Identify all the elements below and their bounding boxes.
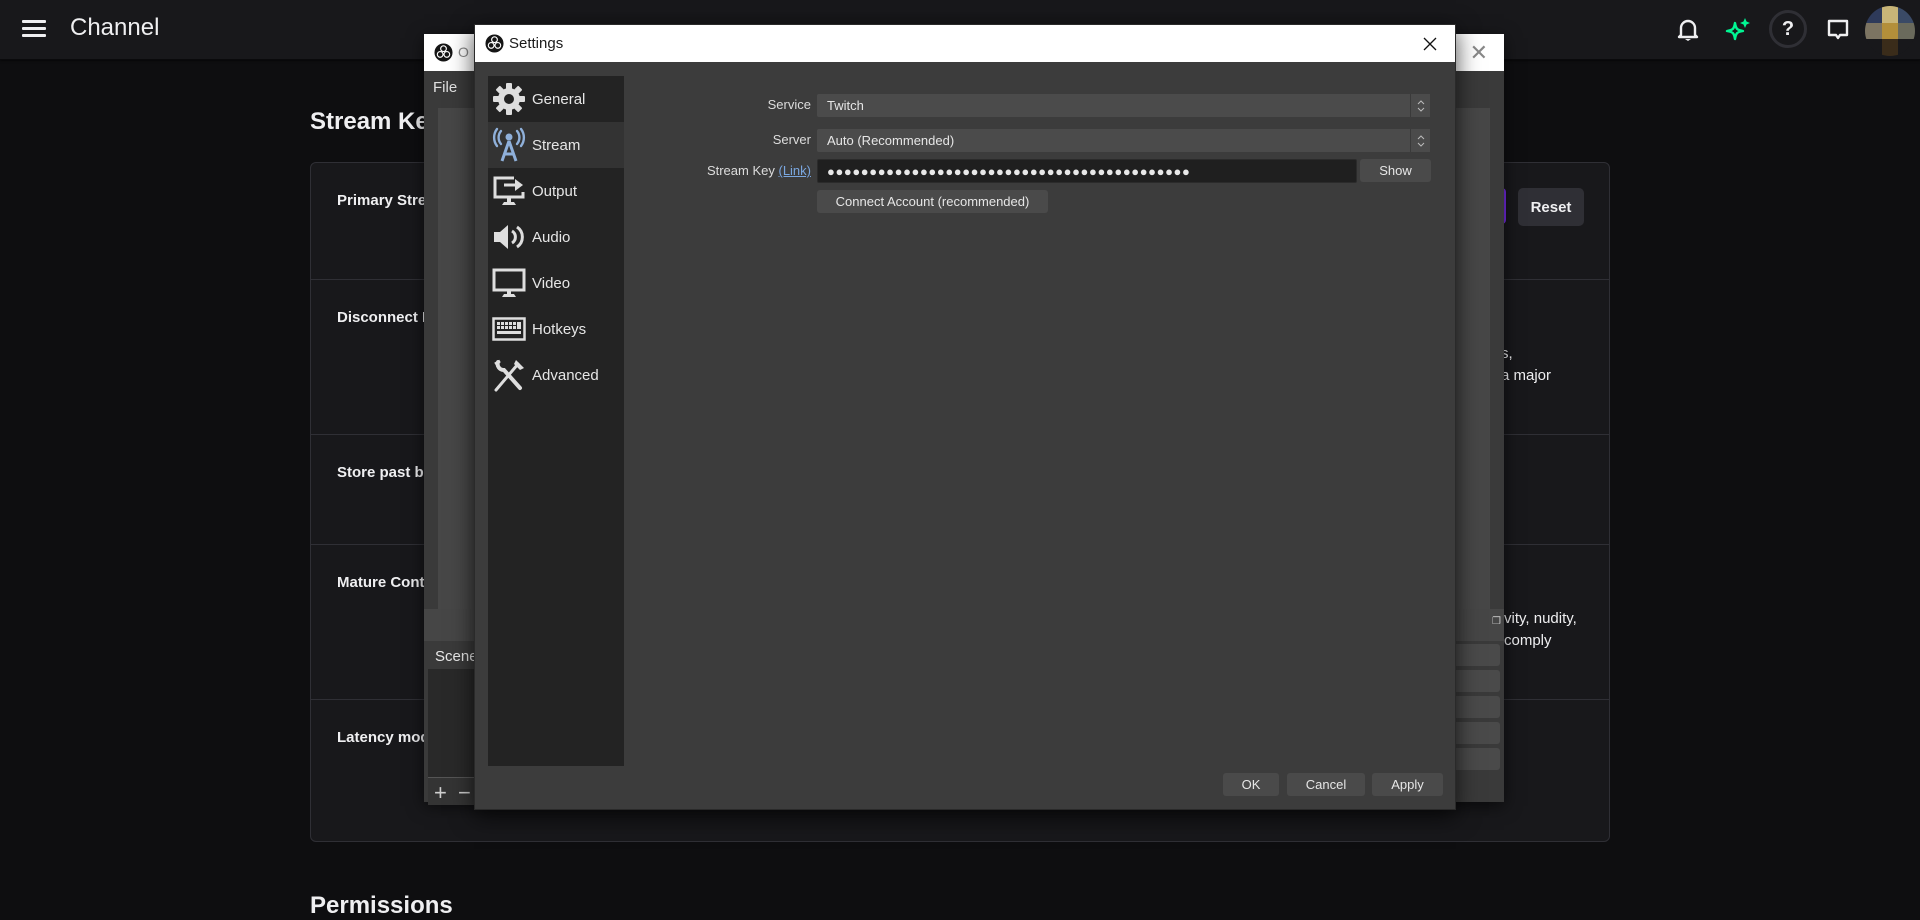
settings-titlebar: Settings: [475, 25, 1455, 62]
settings-dialog: Settings General Stream Output Audio Vid…: [474, 24, 1456, 810]
row-label: Latency mod: [337, 729, 430, 746]
nav-label: Hotkeys: [532, 320, 587, 338]
whispers-icon[interactable]: [1820, 12, 1856, 48]
row-label: Mature Cont: [337, 574, 425, 591]
stream-key-section-title: Stream Key: [310, 108, 443, 135]
add-scene-button[interactable]: +: [434, 780, 447, 806]
speaker-icon: [490, 218, 528, 256]
connect-account-button[interactable]: Connect Account (recommended): [817, 190, 1048, 213]
server-select[interactable]: Auto (Recommended): [817, 129, 1430, 152]
cancel-button[interactable]: Cancel: [1287, 773, 1365, 796]
stream-key-input[interactable]: ●●●●●●●●●●●●●●●●●●●●●●●●●●●●●●●●●●●●●●●●…: [817, 159, 1357, 183]
nav-item-hotkeys[interactable]: Hotkeys: [488, 306, 624, 352]
reset-button[interactable]: Reset: [1518, 188, 1584, 226]
nav-label: Output: [532, 182, 578, 200]
monitor-icon: [490, 264, 528, 302]
obs-logo-icon: [434, 43, 453, 67]
remove-scene-button[interactable]: −: [458, 780, 471, 806]
keyboard-icon: [490, 310, 528, 348]
apply-button[interactable]: Apply: [1372, 773, 1443, 796]
row-label: Store past br: [337, 464, 430, 481]
chevron-updown-icon: [1410, 94, 1430, 117]
row-label: Primary Stre: [337, 192, 427, 209]
service-select[interactable]: Twitch: [817, 94, 1430, 117]
chevron-updown-icon: [1410, 129, 1430, 152]
nav-item-general[interactable]: General: [488, 76, 624, 122]
nav-label: General: [532, 90, 586, 108]
nav-item-advanced[interactable]: Advanced: [488, 352, 624, 398]
close-icon[interactable]: [1415, 29, 1445, 59]
close-icon[interactable]: ✕: [1470, 42, 1488, 64]
row-label: Disconnect P: [337, 309, 433, 326]
nav-item-stream[interactable]: Stream: [488, 122, 624, 168]
nav-label: Advanced: [532, 366, 599, 384]
obs-main-title: O: [458, 44, 469, 60]
stream-key-link[interactable]: (Link): [778, 163, 811, 178]
nav-label: Audio: [532, 228, 571, 246]
nav-item-video[interactable]: Video: [488, 260, 624, 306]
nav-label: Stream: [532, 136, 581, 154]
output-monitor-icon: [490, 172, 528, 210]
tools-icon: [490, 356, 528, 394]
nav-item-audio[interactable]: Audio: [488, 214, 624, 260]
sparkle-icon[interactable]: [1720, 12, 1756, 48]
service-value: Twitch: [827, 98, 864, 113]
obs-logo-icon: [485, 34, 504, 58]
row-description-fragment: vity, nudity,: [1504, 610, 1577, 627]
permissions-section-title: Permissions: [310, 892, 453, 919]
nav-item-output[interactable]: Output: [488, 168, 624, 214]
page-title: Channel: [70, 14, 160, 41]
server-value: Auto (Recommended): [827, 133, 955, 148]
stream-key-value: ●●●●●●●●●●●●●●●●●●●●●●●●●●●●●●●●●●●●●●●●…: [827, 164, 1191, 179]
notifications-bell-icon[interactable]: [1670, 12, 1706, 48]
stream-key-label-group: Stream Key (Link): [625, 163, 811, 178]
row-description-fragment: comply: [1504, 632, 1552, 649]
menu-file[interactable]: File: [433, 79, 457, 96]
help-icon[interactable]: ?: [1769, 10, 1807, 48]
undock-icon[interactable]: ❐: [1492, 616, 1501, 627]
show-key-button[interactable]: Show: [1360, 159, 1431, 182]
server-label: Server: [772, 132, 811, 147]
avatar[interactable]: [1865, 6, 1915, 56]
ok-button[interactable]: OK: [1223, 773, 1279, 796]
menu-icon[interactable]: [22, 17, 46, 39]
settings-title: Settings: [509, 35, 564, 52]
stream-key-label: Stream Key: [706, 163, 775, 178]
nav-label: Video: [532, 274, 571, 292]
gear-icon: [490, 80, 528, 118]
settings-nav: General Stream Output Audio Video Hotkey…: [488, 76, 624, 766]
broadcast-tower-icon: [490, 126, 528, 164]
service-label: Service: [767, 97, 811, 112]
row-description-fragment: a major: [1501, 367, 1552, 384]
